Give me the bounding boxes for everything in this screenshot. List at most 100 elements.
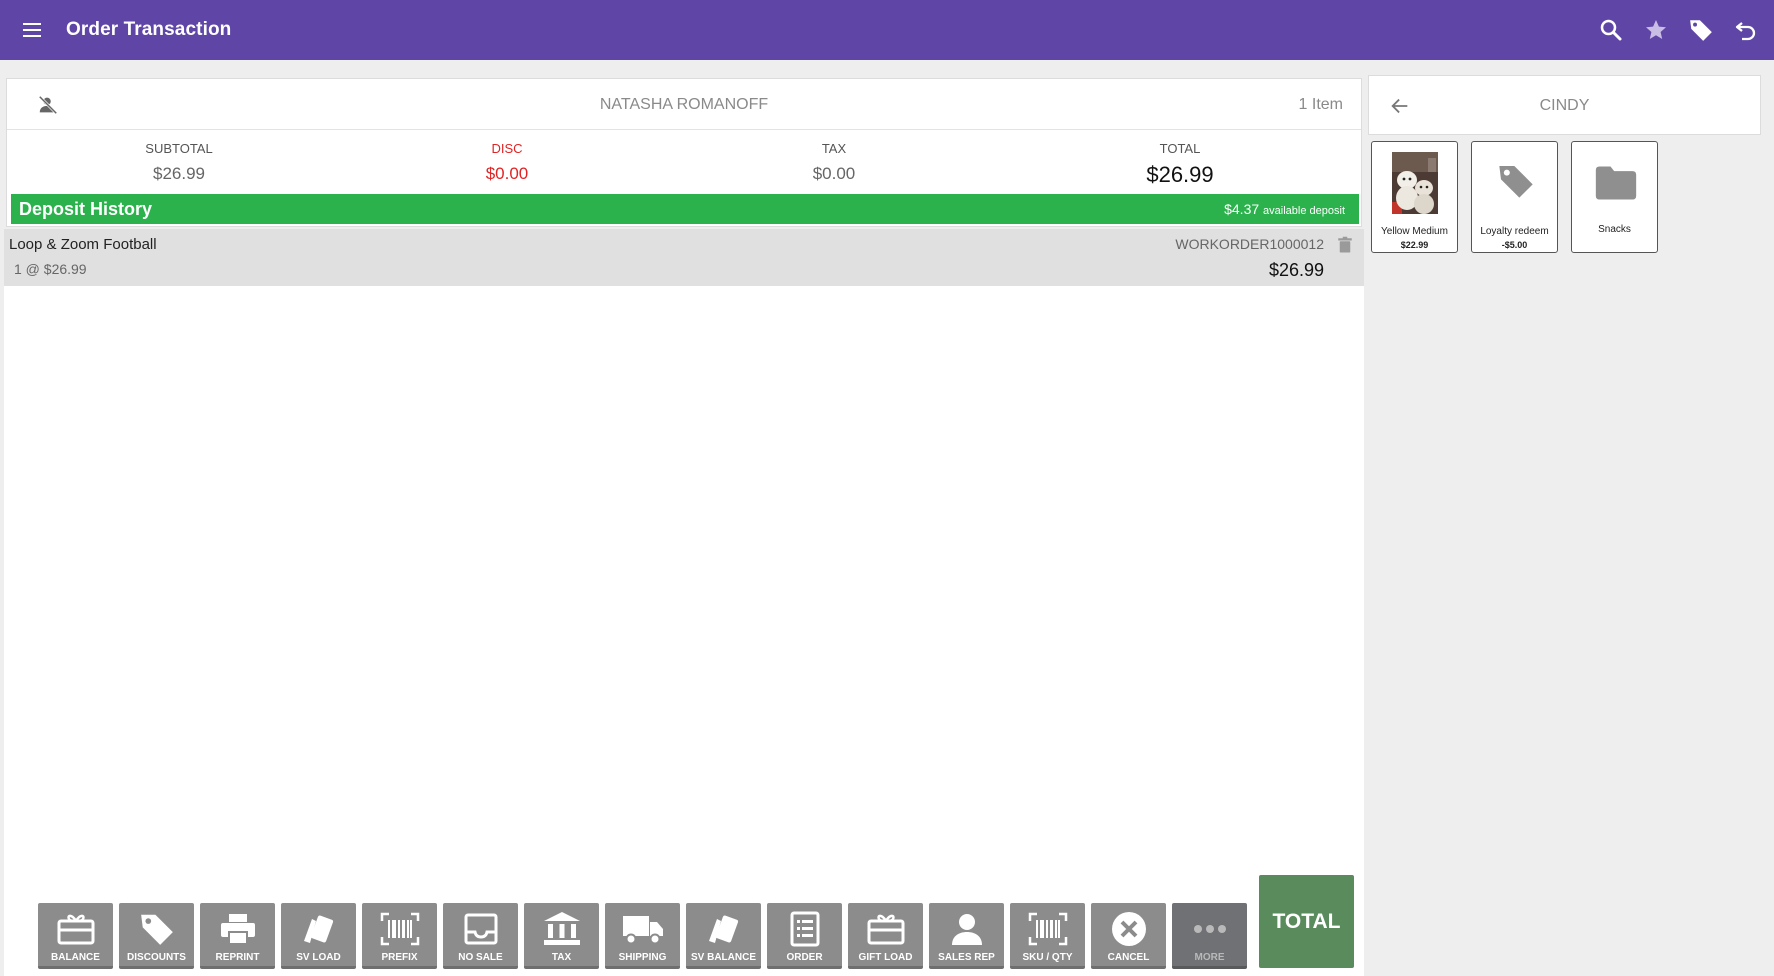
button-label: TAX	[551, 952, 572, 963]
barcode-icon	[1028, 912, 1067, 946]
search-icon	[1600, 19, 1621, 41]
cancel-icon	[1111, 912, 1146, 946]
button-label: MORE	[1194, 952, 1225, 963]
cancel-button[interactable]: CANCEL	[1091, 903, 1166, 969]
gift-card-icon	[57, 914, 94, 945]
order-button[interactable]: ORDER	[767, 903, 842, 969]
folder-icon	[1595, 166, 1637, 200]
total-value: $26.99	[1146, 162, 1214, 187]
favorites-button[interactable]	[1633, 0, 1678, 60]
category-header: CINDY	[1368, 75, 1761, 135]
tags-button[interactable]	[1678, 0, 1723, 60]
tax-value: $0.00	[812, 164, 856, 183]
drawer-icon	[464, 913, 497, 945]
button-label: ORDER	[786, 952, 823, 963]
printer-icon	[220, 914, 255, 945]
sv-load-button[interactable]: SV LOAD	[281, 903, 356, 969]
tag-icon	[1499, 166, 1533, 198]
barcode-icon	[380, 912, 419, 946]
tile-label: Snacks	[1598, 224, 1631, 235]
product-tile-yellow-medium[interactable]: Yellow Medium $22.99	[1371, 141, 1458, 253]
search-button[interactable]	[1588, 0, 1633, 60]
subtotal-label: SUBTOTAL	[145, 141, 213, 156]
bank-icon	[543, 912, 580, 945]
discount-block[interactable]: DISC $0.00	[447, 141, 567, 184]
line-item-name: Loop & Zoom Football	[9, 236, 157, 253]
button-label: SHIPPING	[618, 952, 667, 963]
customer-name[interactable]: NATASHA ROMANOFF	[7, 96, 1361, 114]
gift-load-button[interactable]: GIFT LOAD	[848, 903, 923, 969]
deposit-history-label: Deposit History	[19, 199, 153, 219]
button-label: CANCEL	[1107, 952, 1150, 963]
app-bar-actions	[1588, 0, 1768, 60]
reprint-button[interactable]: REPRINT	[200, 903, 275, 969]
person-icon	[951, 914, 982, 945]
button-label: SV LOAD	[296, 952, 341, 963]
prefix-button[interactable]: PREFIX	[362, 903, 437, 969]
sales-rep-button[interactable]: SALES REP	[929, 903, 1004, 969]
discount-value: $0.00	[485, 164, 529, 183]
tax-label: TAX	[821, 141, 847, 156]
category-tile-snacks[interactable]: Snacks	[1571, 141, 1658, 253]
available-deposit: $4.37 available deposit	[1224, 201, 1345, 217]
undo-button[interactable]	[1723, 0, 1768, 60]
tax-block: TAX $0.00	[774, 141, 894, 184]
app-bar: Order Transaction	[0, 0, 1774, 60]
product-photo	[1392, 152, 1438, 214]
subtotal-block: SUBTOTAL $26.99	[119, 141, 239, 184]
sku-qty-button[interactable]: SKU / QTY	[1010, 903, 1085, 969]
gift-card-icon	[867, 914, 904, 945]
cart-empty-area	[4, 286, 1364, 976]
more-button[interactable]: MORE	[1172, 903, 1247, 969]
button-label: PREFIX	[381, 952, 418, 963]
category-title: CINDY	[1539, 97, 1590, 114]
deposit-history-bar[interactable]: Deposit History $4.37 available deposit	[11, 194, 1359, 224]
tile-price: $22.99	[1400, 240, 1429, 250]
line-item-qty-price: 1 @ $26.99	[14, 261, 87, 277]
document-icon	[790, 911, 819, 947]
menu-button[interactable]	[0, 0, 66, 60]
undo-icon	[1735, 22, 1755, 41]
button-label: REPRINT	[215, 952, 260, 963]
sv-balance-button[interactable]: SV BALANCE	[686, 903, 761, 969]
button-label: SV BALANCE	[690, 952, 756, 963]
line-item-reference: WORKORDER1000012	[1175, 236, 1324, 252]
more-icon	[1193, 925, 1226, 933]
cards-icon	[303, 915, 333, 943]
total-block: TOTAL $26.99	[1115, 141, 1245, 188]
cart-line-item[interactable]: Loop & Zoom Football 1 @ $26.99 WORKORDE…	[4, 229, 1364, 286]
discount-label: DISC	[491, 141, 523, 156]
tile-label: Yellow Medium	[1381, 226, 1448, 237]
button-label: GIFT LOAD	[858, 952, 913, 963]
shipping-button[interactable]: SHIPPING	[605, 903, 680, 969]
tag-icon	[1689, 20, 1712, 41]
no-sale-button[interactable]: NO SALE	[443, 903, 518, 969]
deposit-amount: $4.37	[1224, 201, 1260, 217]
balance-button[interactable]: BALANCE	[38, 903, 113, 969]
tag-icon	[140, 914, 173, 945]
truck-icon	[622, 916, 663, 945]
order-summary-card: NATASHA ROMANOFF 1 Item SUBTOTAL $26.99 …	[6, 78, 1362, 227]
tax-button[interactable]: TAX	[524, 903, 599, 969]
totals-row: SUBTOTAL $26.99 DISC $0.00 TAX $0.00 TOT…	[7, 131, 1361, 191]
button-label: BALANCE	[51, 952, 100, 963]
delete-icon[interactable]	[1336, 236, 1354, 254]
tile-label: Loyalty redeem	[1480, 226, 1549, 237]
product-tile-loyalty-redeem[interactable]: Loyalty redeem -$5.00	[1471, 141, 1558, 253]
menu-icon	[23, 23, 41, 37]
page-title: Order Transaction	[66, 19, 232, 40]
deposit-amount-suffix: available deposit	[1263, 205, 1345, 217]
total-button[interactable]: TOTAL	[1259, 875, 1354, 968]
customer-row[interactable]: NATASHA ROMANOFF 1 Item	[7, 79, 1361, 130]
line-item-price: $26.99	[1268, 260, 1324, 280]
button-label: SKU / QTY	[1022, 952, 1073, 963]
button-label: SALES REP	[938, 952, 995, 963]
total-label: TOTAL	[1159, 141, 1201, 156]
button-label: DISCOUNTS	[127, 952, 186, 963]
subtotal-value: $26.99	[153, 164, 205, 183]
button-label: NO SALE	[458, 952, 503, 963]
cards-icon	[708, 915, 738, 943]
item-count: 1 Item	[1298, 96, 1343, 113]
discounts-button[interactable]: DISCOUNTS	[119, 903, 194, 969]
tile-price: -$5.00	[1501, 240, 1528, 250]
